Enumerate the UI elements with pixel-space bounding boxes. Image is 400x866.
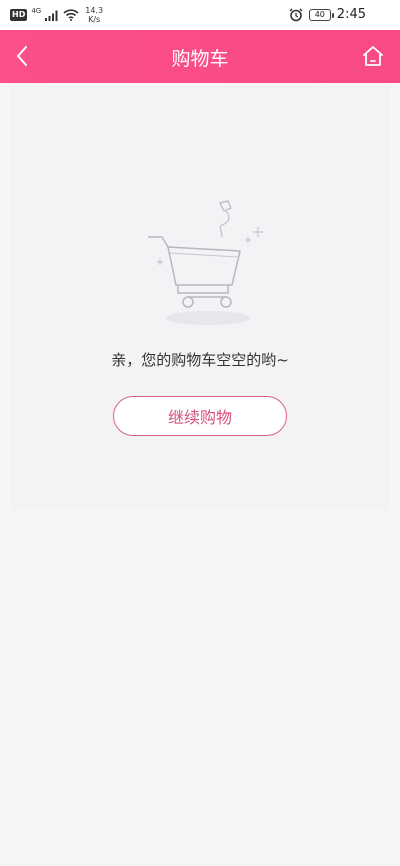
network-type: 4G: [31, 7, 42, 15]
network-speed-unit: K/s: [88, 15, 101, 24]
continue-shopping-button[interactable]: 继续购物: [113, 396, 287, 436]
hd-badge: HD: [10, 9, 28, 21]
empty-cart-message: 亲，您的购物车空空的哟~: [111, 351, 289, 369]
home-icon: [363, 46, 383, 66]
empty-cart-panel: 亲，您的购物车空空的哟~ 继续购物: [10, 85, 390, 510]
network-speed-value: 14.3: [85, 6, 104, 15]
status-time: 2:45: [336, 7, 366, 22]
empty-cart-illustration: [148, 200, 263, 325]
home-button[interactable]: [358, 41, 388, 71]
app-header: 购物车: [0, 30, 400, 83]
status-left: HD 4G 14.3 K/s: [10, 6, 103, 24]
page-title: 购物车: [171, 48, 229, 70]
battery-indicator: 40: [308, 8, 334, 21]
wifi-icon: [63, 9, 79, 21]
alarm-icon: [289, 7, 303, 21]
network-speed: 14.3 K/s: [85, 6, 103, 24]
status-right: 40 2:45: [289, 7, 366, 22]
signal-icon: [45, 10, 58, 21]
status-bar: HD 4G 14.3 K/s 40 2:45: [0, 0, 400, 30]
